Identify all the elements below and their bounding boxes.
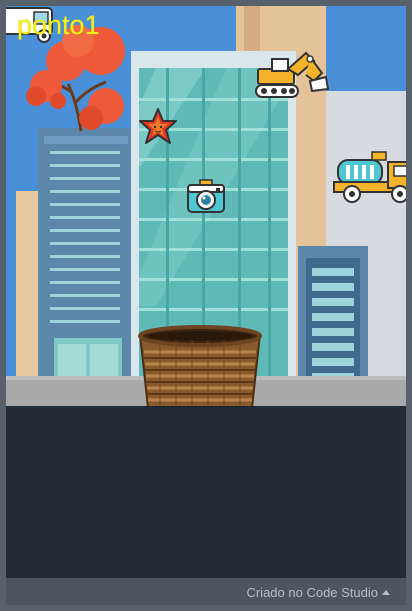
app-frame: ponto1 Criado no Code Studio bbox=[0, 0, 412, 611]
camera-sprite bbox=[187, 179, 225, 213]
building-right-blue bbox=[298, 246, 368, 386]
created-with-code-studio-link[interactable]: Criado no Code Studio bbox=[246, 585, 390, 600]
caret-up-icon bbox=[382, 590, 390, 595]
footer-bar: Criado no Code Studio bbox=[6, 578, 406, 605]
game-stage[interactable]: ponto1 bbox=[6, 6, 406, 406]
credit-label: Criado no Code Studio bbox=[246, 585, 378, 600]
game-controls-area bbox=[6, 406, 406, 578]
game-scene bbox=[6, 6, 406, 406]
score-label: ponto1 bbox=[17, 10, 100, 40]
building-left-blue bbox=[38, 128, 134, 392]
basket-sprite[interactable] bbox=[138, 325, 262, 406]
